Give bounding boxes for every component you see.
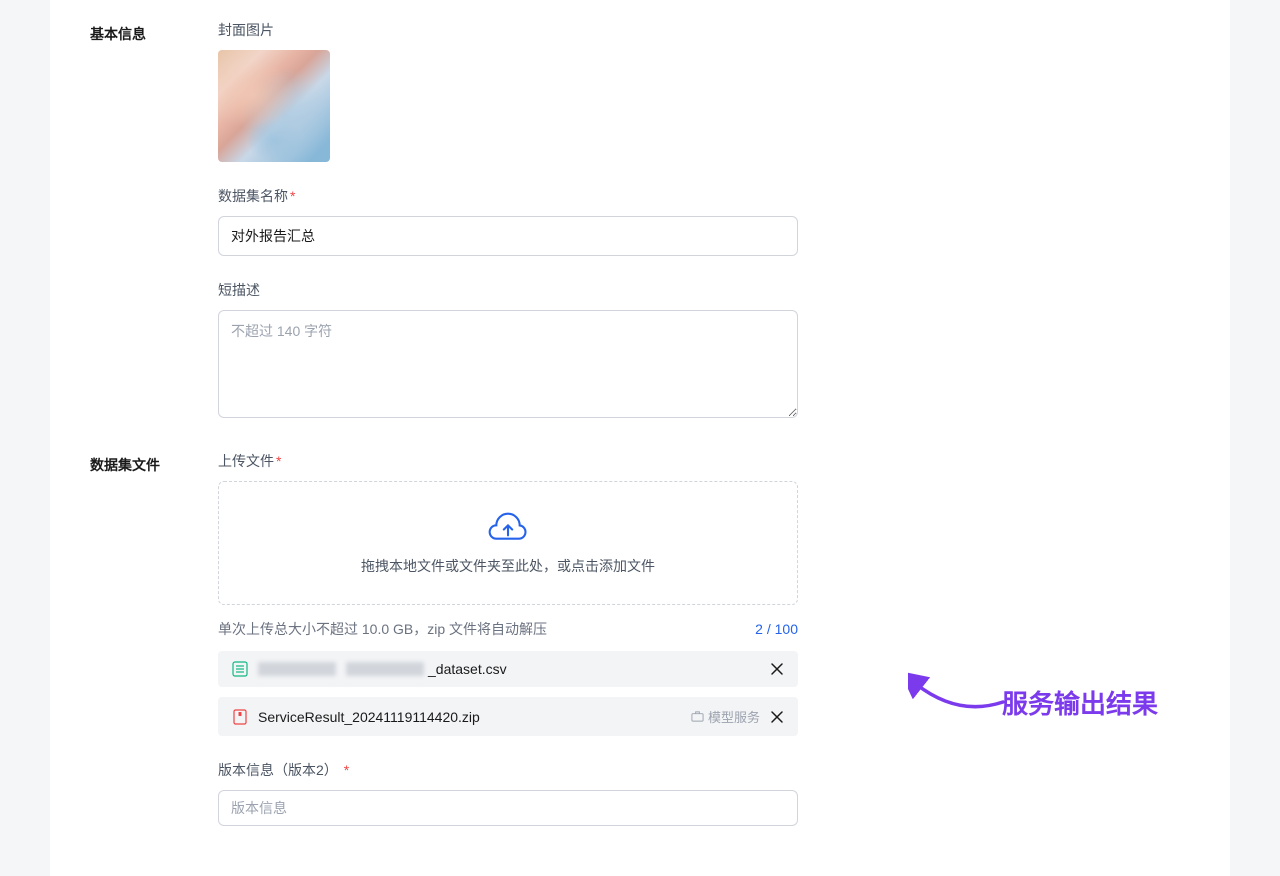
model-service-icon: [691, 710, 704, 723]
file-source-tag: 模型服务: [691, 707, 760, 726]
version-info-input[interactable]: [218, 790, 798, 826]
upload-size-hint: 单次上传总大小不超过 10.0 GB，zip 文件将自动解压: [218, 619, 547, 639]
section-title-files: 数据集文件: [90, 451, 218, 826]
short-desc-label: 短描述: [218, 280, 798, 300]
remove-file-button[interactable]: [770, 662, 784, 676]
file-row: ServiceResult_20241119114420.zip 模型服务: [218, 697, 798, 736]
upload-file-count: 2 / 100: [755, 621, 798, 637]
redacted-text: [258, 662, 336, 676]
file-name: ServiceResult_20241119114420.zip: [258, 709, 480, 725]
required-star: *: [344, 762, 349, 778]
close-icon: [770, 710, 784, 724]
version-info-label: 版本信息（版本2） *: [218, 760, 798, 780]
zip-file-icon: [232, 709, 248, 725]
dataset-name-label: 数据集名称*: [218, 186, 798, 206]
required-star: *: [276, 453, 281, 469]
cloud-upload-icon: [488, 510, 528, 544]
file-row: _dataset.csv: [218, 651, 798, 687]
cover-image-uploader[interactable]: [218, 50, 330, 162]
upload-file-label: 上传文件*: [218, 451, 798, 471]
file-name-suffix: _dataset.csv: [428, 661, 507, 677]
cover-label: 封面图片: [218, 20, 798, 40]
upload-instruction-text: 拖拽本地文件或文件夹至此处，或点击添加文件: [239, 556, 777, 576]
short-desc-input[interactable]: [218, 310, 798, 418]
csv-file-icon: [232, 661, 248, 677]
remove-file-button[interactable]: [770, 710, 784, 724]
section-title-basic: 基本信息: [90, 20, 218, 421]
upload-dropzone[interactable]: 拖拽本地文件或文件夹至此处，或点击添加文件: [218, 481, 798, 605]
redacted-text: [346, 662, 424, 676]
required-star: *: [290, 188, 295, 204]
close-icon: [770, 662, 784, 676]
dataset-name-input[interactable]: [218, 216, 798, 256]
